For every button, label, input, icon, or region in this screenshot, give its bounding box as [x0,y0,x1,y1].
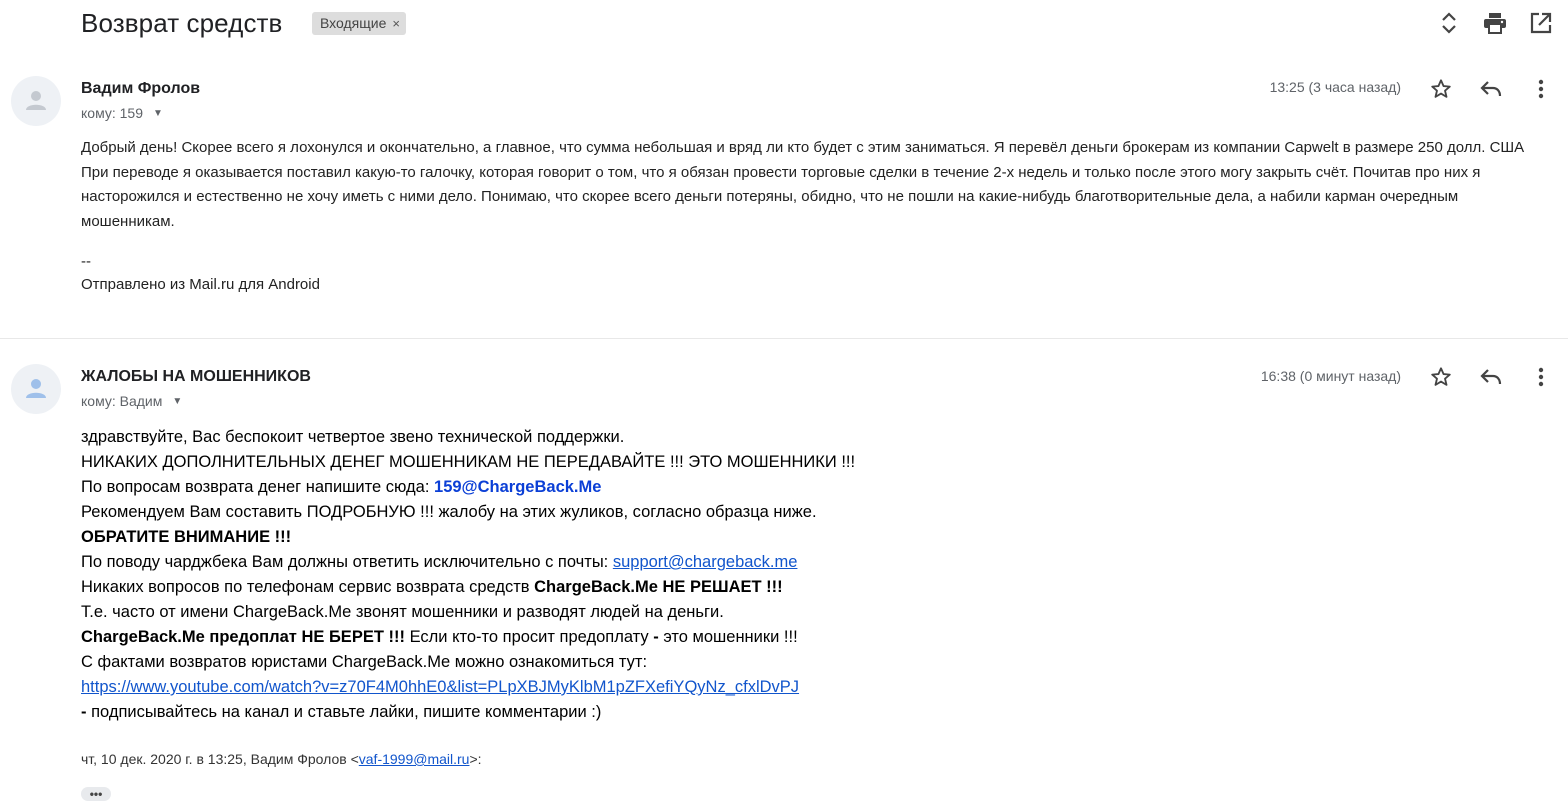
youtube-link[interactable]: https://www.youtube.com/watch?v=z70F4M0h… [81,678,799,696]
message-body: здравствуйте, Вас беспокоит четвертое зв… [81,425,855,725]
message-time: 16:38 (0 минут назад) [1260,368,1401,384]
message-actions [1428,364,1554,390]
print-icon[interactable] [1482,10,1508,36]
signature: -- Отправлено из Mail.ru для Android [81,250,320,296]
body-line: По вопросам возврата денег напишите сюда… [81,475,855,500]
message-time: 13:25 (3 часа назад) [1269,79,1401,95]
message-divider [0,338,1568,339]
person-icon [26,91,46,110]
message-body: Добрый день! Скорее всего я лохонулся и … [81,139,1525,230]
body-line: С фактами возвратов юристами ChargeBack.… [81,653,648,671]
recipient-details-chevron-icon[interactable]: ▼ [172,396,182,407]
body-line: По поводу чарджбека Вам должны ответить … [81,550,855,575]
reply-icon[interactable] [1478,364,1504,390]
signature-text: Отправлено из Mail.ru для Android [81,276,320,293]
sender-name[interactable]: Вадим Фролов [81,80,200,98]
body-text: По поводу чарджбека Вам должны ответить … [81,553,613,571]
label-text: Входящие [320,15,387,31]
quote-suffix: >: [469,751,482,767]
sender-name[interactable]: ЖАЛОБЫ НА МОШЕННИКОВ [81,368,311,386]
reply-icon[interactable] [1478,76,1504,102]
body-line: ChargeBack.Me предоплат НЕ БЕРЕТ !!! Есл… [81,625,855,650]
message-actions [1428,76,1554,102]
expand-collapse-icon[interactable] [1436,10,1462,36]
recipient-line: кому: 159 ▼ [81,105,163,121]
quoted-header: чт, 10 дек. 2020 г. в 13:25, Вадим Фроло… [81,751,482,767]
inbox-label-chip[interactable]: Входящие × [312,12,406,35]
more-options-icon[interactable] [1528,364,1554,390]
quote-prefix: чт, 10 дек. 2020 г. в 13:25, Вадим Фроло… [81,751,359,767]
recipient-text: кому: Вадим [81,393,163,409]
recipient-line: кому: Вадим ▼ [81,393,182,409]
body-text: это мошенники !!! [658,628,798,646]
body-line: Рекомендуем Вам составить ПОДРОБНУЮ !!! … [81,503,817,521]
body-text: По вопросам возврата денег напишите сюда… [81,478,435,496]
body-text: Никаких вопросов по телефонам сервис воз… [81,578,535,596]
remove-label-icon[interactable]: × [392,16,400,31]
body-line: Никаких вопросов по телефонам сервис воз… [81,575,855,600]
body-bold-text: ChargeBack.Me НЕ РЕШАЕТ !!! [534,578,783,596]
support-email-link[interactable]: support@chargeback.me [613,553,798,571]
open-new-window-icon[interactable] [1528,10,1554,36]
sender-avatar[interactable] [11,76,61,126]
thread-toolbar [1436,10,1554,36]
sender-avatar[interactable] [11,364,61,414]
quoted-sender-email-link[interactable]: vaf-1999@mail.ru [359,751,470,767]
body-line: - подписывайтесь на канал и ставьте лайк… [81,700,855,725]
contact-email-link[interactable]: 159@ChargeBack.Me [434,478,601,496]
body-line: https://www.youtube.com/watch?v=z70F4M0h… [81,675,855,700]
email-subject: Возврат средств [81,8,283,38]
person-icon [26,379,46,398]
recipient-details-chevron-icon[interactable]: ▼ [153,108,163,119]
attention-heading: ОБРАТИТЕ ВНИМАНИЕ !!! [81,528,292,546]
body-line: Т.е. часто от имени ChargeBack.Me звонят… [81,603,724,621]
recipient-text: кому: 159 [81,105,143,121]
body-text: Если кто-то просит предоплату [404,628,654,646]
signature-separator: -- [81,253,91,270]
more-options-icon[interactable] [1528,76,1554,102]
body-text: подписывайтесь на канал и ставьте лайки,… [86,703,602,721]
body-bold-text: ChargeBack.Me предоплат НЕ БЕРЕТ !!! [81,628,405,646]
body-line: НИКАКИХ ДОПОЛНИТЕЛЬНЫХ ДЕНЕГ МОШЕННИКАМ … [81,453,856,471]
star-icon[interactable] [1428,76,1454,102]
body-line: здравствуйте, Вас беспокоит четвертое зв… [81,428,625,446]
star-icon[interactable] [1428,364,1454,390]
show-trimmed-content-button[interactable]: ••• [81,787,111,801]
